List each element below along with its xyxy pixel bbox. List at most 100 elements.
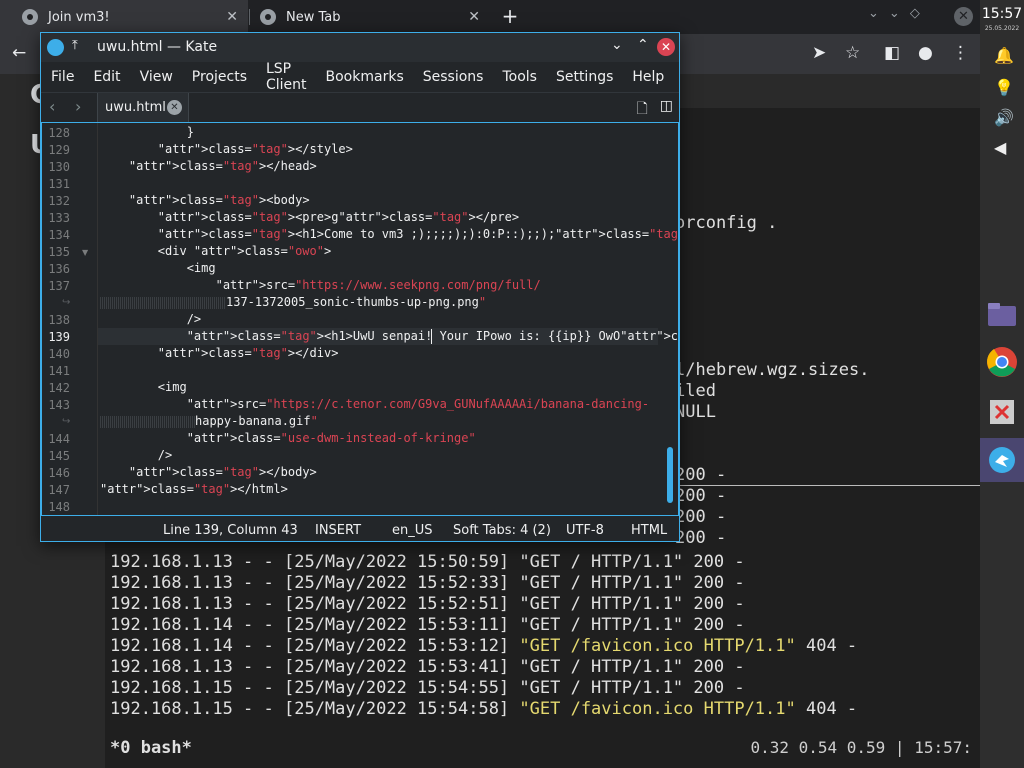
menu-settings[interactable]: Settings [556, 69, 613, 85]
folder-icon [988, 303, 1016, 326]
code-editor[interactable]: 128 129 130 131 132 133 134 135 ▼ 136 137 ↪ 138 139 14… [41, 122, 679, 516]
maximize-icon[interactable]: ⌃ [637, 37, 649, 53]
line-number: 132 [48, 194, 70, 208]
log-ip-timestamp: 192.168.1.13 - - [25/May/2022 15:52:51] [110, 594, 520, 614]
terminal-line: 200 - [675, 486, 727, 506]
kate-tabbar: ‹ › uwu.html ✕ 🗋 ◫ [41, 92, 679, 123]
menu-sessions[interactable]: Sessions [423, 69, 484, 85]
wrap-indicator-icon: ↪ [62, 297, 71, 308]
log-ip-timestamp: 192.168.1.13 - - [25/May/2022 15:53:41] [110, 657, 520, 677]
menu-bookmarks[interactable]: Bookmarks [326, 69, 404, 85]
text-caret [431, 329, 432, 344]
code-line: "attr">class="tag"></style> [157, 142, 353, 156]
browser-tab-join-vm3[interactable]: Join vm3! ✕ [0, 0, 248, 34]
code-line: happy-banana.gif" [100, 413, 318, 430]
tab-title: New Tab [286, 9, 341, 25]
line-number: 137 [48, 279, 70, 293]
menu-lsp-client[interactable]: LSP Client [266, 61, 307, 93]
window-close-icon[interactable]: ✕ [954, 7, 973, 26]
code-line: "attr">class="tag"><h1>Come to vm3 ;);;;… [157, 227, 679, 241]
split-view-icon[interactable]: ◫ [660, 98, 673, 122]
log-ip-timestamp: 192.168.1.15 - - [25/May/2022 15:54:55] [110, 678, 520, 698]
log-status: 200 - [683, 657, 745, 677]
log-line: 192.168.1.13 - - [25/May/2022 15:52:33] … [110, 573, 745, 593]
line-number: 134 [48, 228, 70, 242]
profile-icon[interactable]: ● [918, 43, 933, 63]
keep-above-icon[interactable]: ⤒ [72, 38, 78, 53]
forward-icon[interactable]: › [75, 97, 81, 116]
minimize-icon[interactable]: ⌄ [611, 37, 623, 53]
dock-chrome[interactable] [980, 340, 1024, 384]
kate-titlebar[interactable]: ⤒ uwu.html — Kate ⌄ ⌃ ✕ [41, 33, 679, 62]
tab-search-icon[interactable]: ⌄ [868, 6, 879, 21]
system-panel: 15:57 25.05.2022 🔔 💡 🔊 ◀ [980, 0, 1024, 768]
terminal-line: l/hebrew.wgz.sizes. [675, 360, 870, 380]
new-tab-button[interactable]: + [498, 4, 522, 28]
syntax-mode[interactable]: HTML [631, 523, 667, 538]
dictionary-language[interactable]: en_US [392, 523, 433, 538]
tmux-window-name: *0 bash* [110, 738, 192, 758]
back-arrow-icon[interactable]: ← [12, 43, 26, 63]
code-line: "attr">src="https://www.seekpng.com/png/… [215, 278, 541, 292]
close-tab-icon[interactable]: ✕ [468, 9, 480, 25]
menu-projects[interactable]: Projects [192, 69, 247, 85]
dock-file-manager[interactable] [980, 292, 1024, 336]
close-tab-icon[interactable]: ✕ [226, 9, 238, 25]
side-panel-icon[interactable]: ◧ [884, 43, 900, 63]
wrap-indent-hatch [100, 415, 195, 428]
menu-file[interactable]: File [51, 69, 74, 85]
file-encoding[interactable]: UTF-8 [566, 523, 604, 538]
vertical-scrollbar[interactable] [667, 129, 675, 509]
code-line: "attr">class="tag"></html> [100, 482, 288, 496]
menu-kebab-icon[interactable]: ⋮ [952, 43, 969, 63]
kate-title: uwu.html — Kate [97, 39, 218, 55]
log-status: 404 - [795, 699, 858, 719]
maximize-icon[interactable]: ◇ [910, 6, 920, 21]
log-ip-timestamp: 192.168.1.14 - - [25/May/2022 15:53:11] [110, 615, 520, 635]
input-mode[interactable]: INSERT [315, 523, 361, 538]
menu-tools[interactable]: Tools [502, 69, 537, 85]
line-number: 135 [48, 245, 70, 259]
close-tab-icon[interactable]: ✕ [167, 100, 182, 115]
chrome-icon [260, 9, 276, 25]
code-line: 137-1372005_sonic-thumbs-up-png.png" [100, 294, 486, 311]
globe-icon [22, 9, 38, 25]
log-request: "GET / HTTP/1.1" [519, 552, 684, 572]
dock-xkill[interactable] [980, 390, 1024, 434]
notification-bell-icon[interactable]: 🔔 [994, 46, 1014, 65]
terminal-line: 200 - [675, 465, 727, 485]
chrome-icon [987, 347, 1017, 377]
bookmark-star-icon[interactable]: ☆ [845, 43, 860, 63]
minimize-icon[interactable]: ⌄ [889, 6, 900, 21]
log-line: 192.168.1.14 - - [25/May/2022 15:53:12] … [110, 636, 857, 656]
menu-edit[interactable]: Edit [93, 69, 120, 85]
log-request: "GET / HTTP/1.1" [519, 657, 684, 677]
scrollbar-thumb[interactable] [667, 447, 673, 503]
clock-time[interactable]: 15:57 [980, 6, 1024, 22]
close-window-icon [990, 400, 1014, 424]
indentation-settings[interactable]: Soft Tabs: 4 (2) [453, 523, 551, 538]
tab-controls: ⌄ ⌄ ◇ [868, 6, 920, 21]
code-line: "attr">class="use-dwm-instead-of-kringe" [186, 431, 476, 445]
collapse-arrow-icon[interactable]: ◀ [994, 138, 1006, 157]
log-status: 200 - [683, 594, 745, 614]
dock-kate[interactable] [980, 438, 1024, 482]
share-icon[interactable]: ➤ [812, 43, 826, 63]
code-line: /> [100, 448, 173, 462]
volume-icon[interactable]: 🔊 [994, 108, 1014, 127]
line-number: 128 [48, 126, 70, 140]
log-ip-timestamp: 192.168.1.14 - - [25/May/2022 15:53:12] [110, 636, 520, 656]
menu-view[interactable]: View [140, 69, 173, 85]
cursor-position[interactable]: Line 139, Column 43 [163, 523, 298, 538]
line-number-gutter: 128 129 130 131 132 133 134 135 ▼ 136 137 ↪ 138 139 14… [42, 123, 98, 515]
browser-tab-new-tab[interactable]: New Tab ✕ [250, 0, 490, 34]
new-document-icon[interactable]: 🗋 [637, 98, 648, 122]
log-ip-timestamp: 192.168.1.13 - - [25/May/2022 15:50:59] [110, 552, 520, 572]
menu-help[interactable]: Help [632, 69, 664, 85]
terminal-line: NULL [675, 402, 716, 422]
code-line: <img [100, 261, 216, 275]
log-request: "GET / HTTP/1.1" [519, 615, 684, 635]
back-icon[interactable]: ‹ [49, 97, 55, 116]
lightbulb-icon[interactable]: 💡 [994, 78, 1014, 97]
close-icon[interactable]: ✕ [657, 38, 675, 56]
